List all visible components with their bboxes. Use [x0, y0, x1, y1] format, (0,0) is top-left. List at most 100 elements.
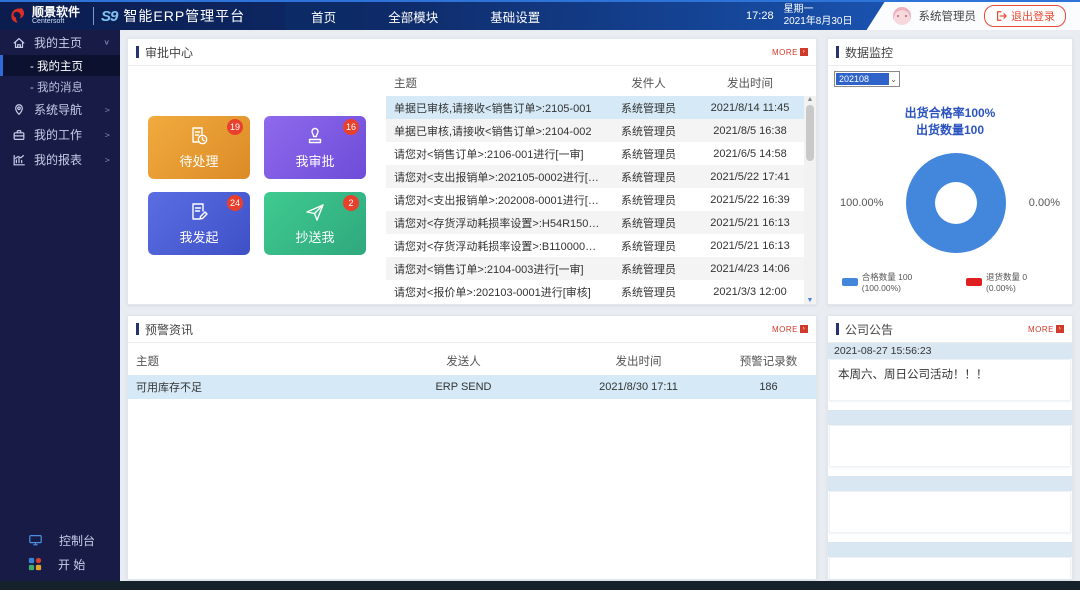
- legend-label: 合格数量 100 (100.00%): [862, 271, 953, 293]
- select-chevron-icon: ⌄: [890, 75, 899, 84]
- row-subject: 请您对<存货浮动耗损率设置>:H54R15006002进行[审核]: [386, 215, 601, 231]
- chevron-down-icon: ∨: [103, 38, 110, 47]
- panel-title: 审批中心: [145, 44, 193, 61]
- chevron-right-icon: >: [105, 156, 110, 164]
- user-avatar-icon[interactable]: [893, 7, 911, 25]
- row-count: 186: [721, 381, 816, 393]
- col-sender: 发件人: [601, 75, 696, 91]
- chevron-right-icon: >: [105, 131, 110, 139]
- table-row[interactable]: 请您对<销售订单>:2106-001进行[一审] 系统管理员 2021/6/5 …: [386, 142, 804, 165]
- row-subject: 单据已审核,请接收<销售订单>:2105-001: [386, 100, 601, 116]
- sidebar-sub-my-home[interactable]: - 我的主页: [0, 55, 120, 76]
- table-row[interactable]: 请您对<支出报销单>:202105-0002进行[审核] 系统管理员 2021/…: [386, 165, 804, 188]
- clock-time: 17:28: [746, 10, 774, 22]
- logout-button[interactable]: 退出登录: [984, 5, 1066, 27]
- user-zone: 系统管理员 退出登录: [867, 2, 1080, 30]
- scroll-thumb[interactable]: [806, 105, 814, 161]
- tab-home[interactable]: 首页: [285, 2, 362, 30]
- table-row[interactable]: 请您对<报价单>:202103-0001进行[审核] 系统管理员 2021/3/…: [386, 280, 804, 303]
- sidebar: 我的主页 ∨ - 我的主页 - 我的消息 系统导航 > 我的工作 > 我的报表 …: [0, 30, 120, 590]
- row-subject: 请您对<销售订单>:2106-001进行[一审]: [386, 146, 601, 162]
- approval-body: 待处理 19 我审批 16 我发起: [128, 66, 816, 304]
- approval-table: 主题 发件人 发出时间 单据已审核,请接收<销售订单>:2105-001 系统管…: [386, 66, 816, 304]
- announcement-content: 本周六、周日公司活动！！！: [829, 359, 1071, 401]
- logo-divider: [93, 7, 94, 25]
- map-pin-icon: [12, 103, 26, 117]
- table-row[interactable]: 请您对<销售订单>:2104-003进行[一审] 系统管理员 2021/4/23…: [386, 257, 804, 280]
- brand-logo: 顺景软件 Centersoft: [0, 6, 86, 26]
- announcement-item[interactable]: [828, 410, 1072, 467]
- table-row[interactable]: 单据已审核,请接收<销售订单>:2104-002 系统管理员 2021/8/5 …: [386, 119, 804, 142]
- my-approvals-tile[interactable]: 我审批 16: [264, 116, 366, 179]
- row-time: 2021/5/22 17:41: [696, 171, 804, 183]
- table-row[interactable]: 请您对<存货浮动耗损率设置>:H54R15006002进行[审核] 系统管理员 …: [386, 211, 804, 234]
- table-row[interactable]: 请您对<支出报销单>:202008-0001进行[审核] 系统管理员 2021/…: [386, 188, 804, 211]
- announcement-item[interactable]: 2021-08-27 15:56:23 本周六、周日公司活动！！！: [828, 343, 1072, 401]
- sidebar-item-label: 我的报表: [34, 151, 97, 168]
- row-subject: 请您对<支出报销单>:202008-0001进行[审核]: [386, 192, 601, 208]
- row-time: 2021/5/21 16:13: [696, 217, 804, 229]
- pending-tile[interactable]: 待处理 19: [148, 116, 250, 179]
- alerts-panel: 预警资讯 MORE › 主题 发送人 发出时间 预警记录数 可用库存不足 ERP…: [127, 315, 817, 580]
- home-icon: [12, 36, 26, 50]
- col-sent-time: 发出时间: [696, 75, 804, 91]
- bottom-bar: [0, 581, 1080, 590]
- donut-right-label: 0.00%: [1029, 197, 1060, 209]
- top-bar: 顺景软件 Centersoft S9 智能ERP管理平台 首页 全部模块 基础设…: [0, 0, 1080, 30]
- row-sender: 系统管理员: [601, 169, 696, 185]
- table-row[interactable]: 可用库存不足 ERP SEND 2021/8/30 17:11 186: [128, 375, 816, 399]
- more-link[interactable]: MORE ›: [772, 48, 808, 57]
- tile-label: 待处理: [179, 151, 218, 170]
- announcement-time: 2021-08-27 15:56:23: [828, 343, 1072, 359]
- scroll-up-icon[interactable]: ▲: [807, 96, 814, 103]
- legend-swatch: [966, 278, 982, 286]
- pending-doc-clock-icon: [187, 124, 211, 148]
- start-grid-icon: [28, 557, 42, 571]
- donut-left-label: 100.00%: [840, 197, 883, 209]
- badge-count: 19: [227, 119, 243, 135]
- announcement-time: [828, 542, 1072, 557]
- col-sender: 发送人: [371, 353, 556, 369]
- table-row[interactable]: 单据已审核,请接收<销售订单>:2105-001 系统管理员 2021/8/14…: [386, 96, 804, 119]
- row-sender: 系统管理员: [601, 123, 696, 139]
- donut-chart: [906, 153, 1006, 253]
- announcement-item[interactable]: [828, 542, 1072, 579]
- vertical-scrollbar[interactable]: ▲ ▼: [804, 96, 816, 304]
- cc-to-me-tile[interactable]: 抄送我 2: [264, 192, 366, 255]
- announcement-content: [829, 491, 1071, 533]
- initiated-by-me-tile[interactable]: 我发起 24: [148, 192, 250, 255]
- start-button[interactable]: 开 始: [0, 552, 120, 576]
- table-row[interactable]: 请您对<存货浮动耗损率设置>:B11000001进行[审核] 系统管理员 202…: [386, 234, 804, 257]
- row-subject: 请您对<支出报销单>:202105-0002进行[审核]: [386, 169, 601, 185]
- more-link[interactable]: MORE ›: [1028, 325, 1064, 334]
- tab-all-modules[interactable]: 全部模块: [362, 2, 464, 30]
- sidebar-item-my-work[interactable]: 我的工作 >: [0, 122, 120, 147]
- accent-bar: [136, 323, 139, 335]
- paper-plane-icon: [303, 200, 327, 224]
- badge-count: 2: [343, 195, 359, 211]
- panel-title: 公司公告: [845, 321, 893, 338]
- sidebar-item-my-reports[interactable]: 我的报表 >: [0, 147, 120, 172]
- sidebar-item-my-home[interactable]: 我的主页 ∨: [0, 30, 120, 55]
- app-title: 智能ERP管理平台: [123, 6, 245, 26]
- row-time: 2021/8/30 17:11: [556, 381, 721, 393]
- period-select[interactable]: 202108 ⌄: [834, 71, 900, 87]
- tile-label: 抄送我: [295, 227, 334, 246]
- scroll-down-icon[interactable]: ▼: [807, 297, 814, 304]
- console-button[interactable]: 控制台: [0, 528, 120, 552]
- badge-count: 24: [227, 195, 243, 211]
- accent-bar: [136, 46, 139, 58]
- stamp-icon: [303, 124, 327, 148]
- row-subject: 请您对<存货浮动耗损率设置>:B11000001进行[审核]: [386, 238, 601, 254]
- sidebar-item-system-nav[interactable]: 系统导航 >: [0, 97, 120, 122]
- announcement-item[interactable]: [828, 476, 1072, 533]
- row-sender: 系统管理员: [601, 261, 696, 277]
- product-logo: S9: [101, 8, 117, 25]
- row-sender: 系统管理员: [601, 215, 696, 231]
- accent-bar: [836, 323, 839, 335]
- more-link[interactable]: MORE ›: [772, 325, 808, 334]
- sidebar-sub-my-messages[interactable]: - 我的消息: [0, 76, 120, 97]
- tab-basic-settings[interactable]: 基础设置: [464, 2, 566, 30]
- doc-edit-icon: [187, 200, 211, 224]
- more-label: MORE: [772, 325, 798, 334]
